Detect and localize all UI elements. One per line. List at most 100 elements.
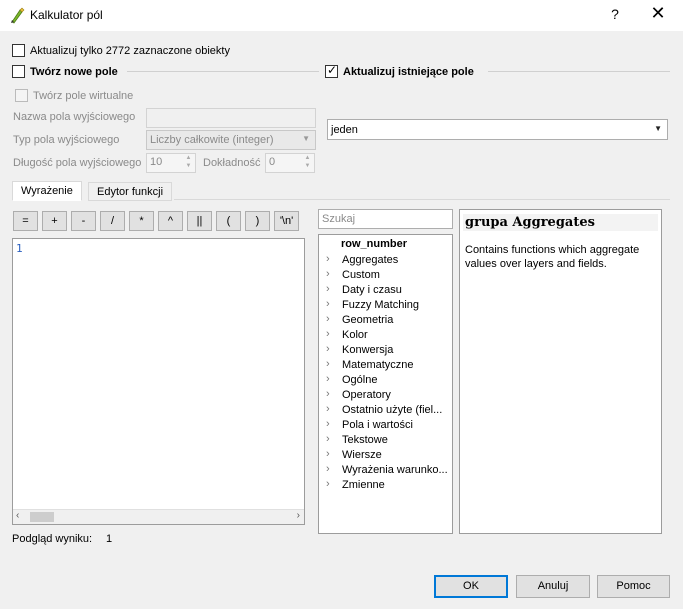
operator-close-paren-button[interactable]: ): [245, 211, 270, 231]
close-button[interactable]: ✕: [648, 3, 668, 24]
operator-multiply-button[interactable]: *: [129, 211, 154, 231]
tree-item[interactable]: › Custom: [323, 268, 452, 283]
tree-item[interactable]: › Ogólne: [323, 373, 452, 388]
field-calculator-icon: [11, 7, 25, 24]
chevron-right-icon[interactable]: ›: [326, 403, 330, 415]
create-new-field-checkbox[interactable]: [12, 65, 25, 78]
operator-concat-button[interactable]: ||: [187, 211, 212, 231]
scrollbar-thumb[interactable]: [30, 512, 54, 522]
tree-item[interactable]: › Ostatnio użyte (fiel...: [323, 403, 452, 418]
window-title: Kalkulator pól: [30, 8, 103, 22]
title-bar: Kalkulator pól ? ✕: [0, 0, 683, 31]
chevron-right-icon[interactable]: ›: [326, 343, 330, 355]
create-new-field-label: Twórz nowe pole: [30, 66, 118, 78]
tree-item-label: Aggregates: [342, 254, 399, 266]
chevron-right-icon[interactable]: ›: [326, 283, 330, 295]
existing-field-select[interactable]: jeden ▼: [327, 119, 668, 140]
chevron-right-icon[interactable]: ›: [326, 463, 330, 475]
tree-item[interactable]: › Daty i czasu: [323, 283, 452, 298]
tree-item[interactable]: › Matematyczne: [323, 358, 452, 373]
chevron-right-icon[interactable]: ›: [326, 253, 330, 265]
chevron-right-icon[interactable]: ›: [326, 433, 330, 445]
output-length-spinbox[interactable]: 10 ▲ ▼: [146, 153, 196, 173]
output-length-label: Długość pola wyjściowego: [13, 157, 142, 169]
divider: [127, 71, 319, 72]
search-input[interactable]: Szukaj: [318, 209, 453, 229]
tab-divider: [174, 199, 670, 200]
function-tree[interactable]: row_number › Aggregates › Custom › Daty i czas…: [318, 234, 453, 534]
operator-power-button[interactable]: ^: [158, 211, 183, 231]
tree-item-label: Konwersja: [342, 344, 394, 356]
tree-item[interactable]: › Aggregates: [323, 253, 452, 268]
help-panel: grupa Aggregates Contains functions whic…: [459, 209, 662, 534]
output-type-label: Typ pola wyjściowego: [13, 134, 120, 146]
operator-open-paren-button[interactable]: (: [216, 211, 241, 231]
chevron-right-icon[interactable]: ›: [326, 448, 330, 460]
spin-down-icon[interactable]: ▼: [183, 163, 194, 170]
chevron-right-icon[interactable]: ›: [326, 418, 330, 430]
tab-function-editor[interactable]: Edytor funkcji: [88, 182, 173, 201]
tree-item[interactable]: › Pola i wartości: [323, 418, 452, 433]
tree-item[interactable]: › Operatory: [323, 388, 452, 403]
operator-plus-button[interactable]: +: [42, 211, 67, 231]
help-button[interactable]: Pomoc: [597, 575, 670, 598]
tree-item[interactable]: › Konwersja: [323, 343, 452, 358]
virtual-field-label: Twórz pole wirtualne: [33, 90, 134, 102]
chevron-right-icon[interactable]: ›: [326, 313, 330, 325]
tree-item-label: Wyrażenia warunko...: [342, 464, 448, 476]
chevron-right-icon[interactable]: ›: [326, 358, 330, 370]
output-type-select[interactable]: Liczby całkowite (integer) ▼: [146, 130, 316, 150]
tree-item-row-number[interactable]: row_number: [341, 238, 407, 250]
precision-spinbox[interactable]: 0 ▲ ▼: [265, 153, 315, 173]
update-existing-label: Aktualizuj istniejące pole: [343, 66, 474, 78]
chevron-right-icon[interactable]: ›: [326, 298, 330, 310]
update-existing-checkbox[interactable]: ✓: [325, 63, 338, 78]
operator-divide-button[interactable]: /: [100, 211, 125, 231]
output-type-value: Liczby całkowite (integer): [150, 134, 274, 146]
operator-equals-button[interactable]: =: [13, 211, 38, 231]
virtual-field-checkbox[interactable]: [15, 89, 28, 102]
tree-item[interactable]: › Wyrażenia warunko...: [323, 463, 452, 478]
chevron-right-icon[interactable]: ›: [326, 328, 330, 340]
cancel-button[interactable]: Anuluj: [516, 575, 590, 598]
preview-label: Podgląd wyniku:: [12, 533, 93, 545]
tree-item-label: Daty i czasu: [342, 284, 402, 296]
chevron-right-icon[interactable]: ›: [326, 478, 330, 490]
spin-up-icon[interactable]: ▲: [183, 155, 194, 162]
update-selected-label: Aktualizuj tylko 2772 zaznaczone obiekty: [30, 45, 230, 57]
operator-minus-button[interactable]: -: [71, 211, 96, 231]
tree-item-label: Matematyczne: [342, 359, 414, 371]
tree-item-label: Wiersze: [342, 449, 382, 461]
spin-up-icon[interactable]: ▲: [302, 155, 313, 162]
horizontal-scrollbar[interactable]: ‹ ›: [13, 509, 304, 524]
output-name-input[interactable]: [146, 108, 316, 128]
chevron-right-icon[interactable]: ›: [326, 388, 330, 400]
help-body: Contains functions which aggregate value…: [465, 244, 640, 270]
scroll-left-icon[interactable]: ‹: [16, 510, 19, 521]
chevron-down-icon: ▼: [654, 124, 662, 133]
scroll-right-icon[interactable]: ›: [297, 510, 300, 521]
tree-item-label: Ostatnio użyte (fiel...: [342, 404, 443, 416]
chevron-right-icon[interactable]: ›: [326, 373, 330, 385]
tree-item[interactable]: › Zmienne: [323, 478, 452, 493]
tree-item[interactable]: › Geometria: [323, 313, 452, 328]
output-length-value: 10: [150, 156, 163, 168]
expression-editor[interactable]: 1 ‹ ›: [12, 238, 305, 525]
precision-value: 0: [269, 156, 276, 168]
tree-item-label: Operatory: [342, 389, 391, 401]
preview-value: 1: [106, 533, 113, 545]
help-title-button[interactable]: ?: [608, 6, 622, 22]
operator-newline-button[interactable]: '\n': [274, 211, 299, 231]
chevron-right-icon[interactable]: ›: [326, 268, 330, 280]
tree-item[interactable]: › Kolor: [323, 328, 452, 343]
update-selected-checkbox[interactable]: [12, 44, 25, 57]
tree-item-label: Fuzzy Matching: [342, 299, 420, 311]
tree-item[interactable]: › Fuzzy Matching: [323, 298, 452, 313]
chevron-down-icon: ▼: [302, 134, 310, 143]
existing-field-value: jeden: [331, 124, 358, 136]
tree-item[interactable]: › Tekstowe: [323, 433, 452, 448]
tab-expression[interactable]: Wyrażenie: [12, 181, 82, 201]
ok-button[interactable]: OK: [434, 575, 508, 598]
spin-down-icon[interactable]: ▼: [302, 163, 313, 170]
tree-item[interactable]: › Wiersze: [323, 448, 452, 463]
